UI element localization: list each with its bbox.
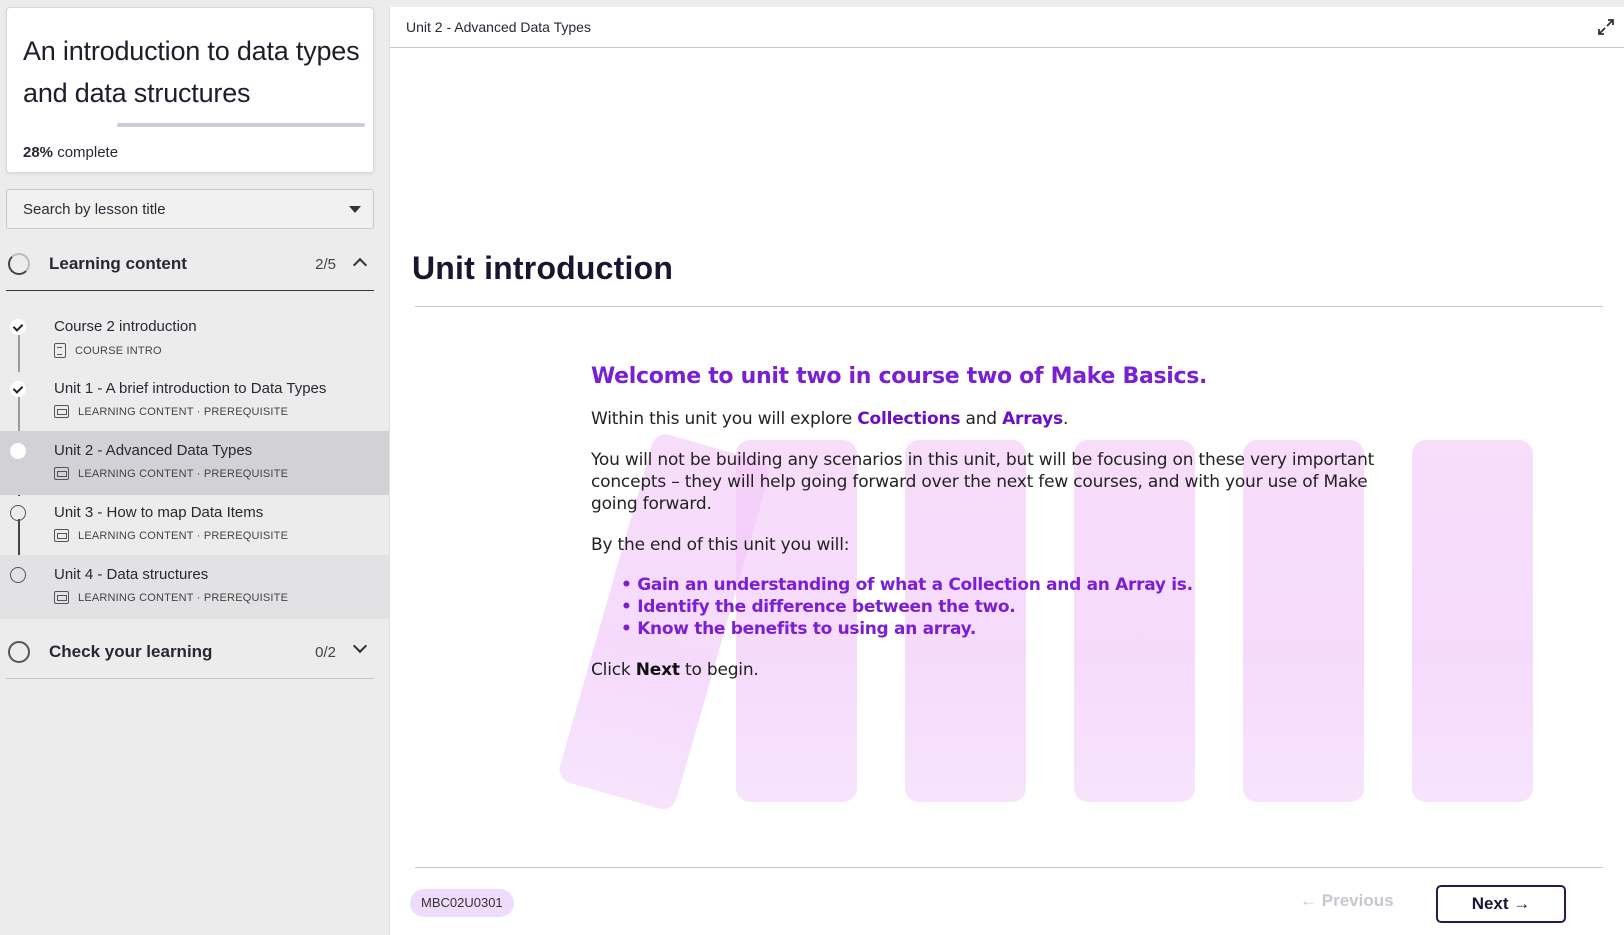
text-span: to begin. [679, 660, 759, 680]
chevron-down-icon [352, 638, 368, 654]
lesson-meta: LEARNING CONTENT · PREREQUISITE [54, 405, 288, 418]
page-title: Unit introduction [412, 250, 674, 286]
outcomes-intro: By the end of this unit you will: [591, 535, 850, 555]
decorative-bar [1412, 440, 1533, 802]
welcome-heading: Welcome to unit two in course two of Mak… [591, 364, 1208, 389]
text-span: Click [591, 660, 636, 680]
previous-button[interactable]: ← Previous [1300, 891, 1394, 911]
lesson-type-icon [54, 467, 69, 480]
lesson-meta-text: COURSE INTRO [75, 344, 162, 357]
progress-text: 28% complete [23, 144, 118, 161]
arrays-highlight: Arrays [1002, 409, 1063, 429]
lesson-title: Unit 2 - Advanced Data Types [54, 442, 253, 459]
topbar-title: Unit 2 - Advanced Data Types [406, 19, 591, 35]
progress-ring-icon [8, 641, 30, 663]
divider [415, 306, 1603, 307]
lesson-content: Welcome to unit two in course two of Mak… [591, 364, 1391, 681]
section-check-your-learning[interactable]: Check your learning 0/2 [6, 627, 374, 679]
section-label: Learning content [49, 254, 187, 273]
lesson-meta-text: LEARNING CONTENT · PREREQUISITE [78, 591, 289, 604]
lesson-type-icon [54, 343, 66, 358]
lesson-meta: LEARNING CONTENT · PREREQUISITE [54, 467, 288, 480]
current-lesson-dot-icon [10, 443, 26, 459]
incomplete-dot-icon [10, 567, 26, 583]
lesson-meta: LEARNING CONTENT · PREREQUISITE [54, 591, 288, 604]
list-item: Know the benefits to using an array. [621, 618, 1391, 640]
lesson-type-icon [54, 529, 69, 542]
next-label: Next [1471, 894, 1509, 913]
outcomes-list: Gain an understanding of what a Collecti… [621, 574, 1391, 640]
previous-label: Previous [1321, 891, 1394, 910]
section-learning-content[interactable]: Learning content 2/5 [6, 239, 374, 291]
lesson-title: Unit 3 - How to map Data Items [54, 504, 264, 521]
progress-bar [117, 123, 365, 127]
check-icon [10, 319, 26, 335]
main-panel: Unit 2 - Advanced Data Types Unit introd… [389, 7, 1624, 935]
arrow-right-icon: → [1508, 894, 1531, 913]
lesson-topbar: Unit 2 - Advanced Data Types [390, 7, 1624, 48]
text-span: Within this unit you will explore [591, 409, 858, 429]
search-placeholder: Search by lesson title [23, 201, 166, 218]
intro-paragraph: Within this unit you will explore Collec… [591, 408, 1391, 430]
lesson-search-dropdown[interactable]: Search by lesson title [6, 189, 374, 229]
lesson-meta-text: LEARNING CONTENT · PREREQUISITE [78, 529, 289, 542]
dropdown-caret-icon [349, 206, 361, 213]
section-count: 2/5 [315, 256, 336, 273]
section-label: Check your learning [49, 642, 213, 661]
lesson-item-course-intro[interactable]: Course 2 introduction COURSE INTRO [0, 307, 389, 371]
list-item: Identify the difference between the two. [621, 596, 1391, 618]
lesson-item-unit-4[interactable]: Unit 4 - Data structures LEARNING CONTEN… [0, 555, 389, 619]
lesson-code-badge: MBC02U0301 [410, 889, 514, 917]
list-item: Gain an understanding of what a Collecti… [621, 574, 1391, 596]
expand-icon[interactable] [1597, 18, 1615, 36]
incomplete-dot-icon [10, 505, 26, 521]
lesson-item-unit-1[interactable]: Unit 1 - A brief introduction to Data Ty… [0, 369, 389, 433]
lesson-item-unit-2[interactable]: Unit 2 - Advanced Data Types LEARNING CO… [0, 431, 389, 495]
next-emphasis: Next [635, 660, 680, 680]
sidebar: An introduction to data types and data s… [0, 0, 389, 935]
focus-paragraph: You will not be building any scenarios i… [591, 450, 1375, 514]
lesson-type-icon [54, 591, 69, 604]
lesson-type-icon [54, 405, 69, 418]
chevron-up-icon [352, 257, 368, 273]
check-icon [10, 381, 26, 397]
progress-bar-fill [117, 123, 187, 127]
lesson-meta-text: LEARNING CONTENT · PREREQUISITE [78, 467, 289, 480]
arrow-left-icon: ← [1300, 891, 1322, 910]
lesson-meta: COURSE INTRO [54, 343, 162, 358]
next-button[interactable]: Next → [1436, 885, 1566, 923]
lesson-meta: LEARNING CONTENT · PREREQUISITE [54, 529, 288, 542]
divider [415, 867, 1603, 868]
lesson-title: Unit 4 - Data structures [54, 566, 209, 583]
progress-ring-icon [8, 253, 30, 275]
lesson-title: Course 2 introduction [54, 318, 197, 335]
lesson-title: Unit 1 - A brief introduction to Data Ty… [54, 380, 327, 397]
section-count: 0/2 [315, 644, 336, 661]
progress-value: 28% [23, 144, 54, 161]
course-card: An introduction to data types and data s… [6, 7, 374, 173]
progress-suffix: complete [57, 144, 119, 161]
collections-highlight: Collections [857, 409, 961, 429]
cta-paragraph: Click Next to begin. [591, 659, 1391, 681]
lesson-item-unit-3[interactable]: Unit 3 - How to map Data Items LEARNING … [0, 493, 389, 557]
text-span: . [1062, 409, 1069, 429]
course-title: An introduction to data types and data s… [23, 36, 360, 108]
text-span: and [960, 409, 1003, 429]
lesson-meta-text: LEARNING CONTENT · PREREQUISITE [78, 405, 289, 418]
